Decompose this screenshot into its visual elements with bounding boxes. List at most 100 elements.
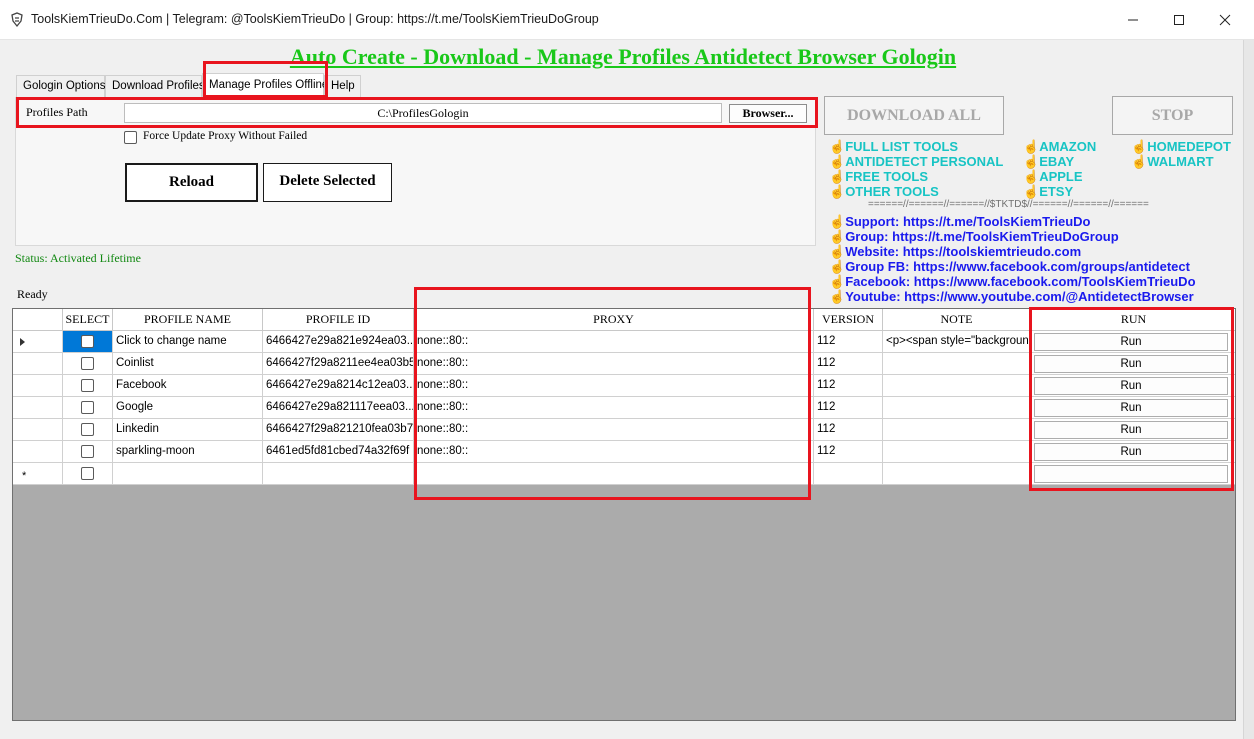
version-cell[interactable]: 112 bbox=[814, 419, 883, 441]
link-walmart[interactable]: ☝WALMART bbox=[1131, 154, 1214, 170]
proxy-cell[interactable]: none::80:: bbox=[414, 353, 814, 375]
header-note[interactable]: NOTE bbox=[883, 309, 1031, 331]
row-selector[interactable] bbox=[13, 331, 63, 353]
version-cell[interactable]: 112 bbox=[814, 441, 883, 463]
header-profile-name[interactable]: PROFILE NAME bbox=[113, 309, 263, 331]
header-version[interactable]: VERSION bbox=[814, 309, 883, 331]
proxy-cell[interactable] bbox=[414, 463, 814, 485]
run-button[interactable]: Run bbox=[1034, 443, 1228, 461]
header-proxy[interactable]: PROXY bbox=[414, 309, 814, 331]
reload-button[interactable]: Reload bbox=[125, 163, 258, 202]
run-cell[interactable]: Run bbox=[1031, 331, 1235, 353]
link-facebook[interactable]: ☝Facebook: https://www.facebook.com/Tool… bbox=[829, 274, 1196, 290]
browse-button[interactable]: Browser... bbox=[729, 104, 807, 123]
profile-name-cell[interactable] bbox=[113, 463, 263, 485]
profile-id-cell[interactable]: 6466427f29a821210fea03b7 bbox=[263, 419, 414, 441]
version-cell[interactable]: 112 bbox=[814, 397, 883, 419]
note-cell[interactable] bbox=[883, 463, 1031, 485]
note-cell[interactable] bbox=[883, 419, 1031, 441]
proxy-cell[interactable]: none::80:: bbox=[414, 397, 814, 419]
tab-manage-profiles-offline[interactable]: Manage Profiles Offline bbox=[202, 73, 328, 97]
profile-name-cell[interactable]: Facebook bbox=[113, 375, 263, 397]
row-selector[interactable] bbox=[13, 375, 63, 397]
row-selector[interactable] bbox=[13, 419, 63, 441]
link-group-fb[interactable]: ☝Group FB: https://www.facebook.com/grou… bbox=[829, 259, 1190, 275]
link-free-tools[interactable]: ☝FREE TOOLS bbox=[829, 169, 928, 185]
run-button[interactable]: Run bbox=[1034, 333, 1228, 351]
note-cell[interactable] bbox=[883, 397, 1031, 419]
table-row[interactable]: Click to change name 6466427e29a821e924ea… bbox=[13, 331, 1235, 353]
link-full-list-tools[interactable]: ☝FULL LIST TOOLS bbox=[829, 139, 958, 155]
select-cell[interactable] bbox=[63, 353, 113, 375]
minimize-button[interactable] bbox=[1110, 0, 1156, 40]
version-cell[interactable] bbox=[814, 463, 883, 485]
delete-selected-button[interactable]: Delete Selected bbox=[263, 163, 392, 202]
link-amazon[interactable]: ☝AMAZON bbox=[1023, 139, 1096, 155]
select-cell[interactable] bbox=[63, 397, 113, 419]
version-cell[interactable]: 112 bbox=[814, 353, 883, 375]
table-row[interactable]: Coinlist 6466427f29a8211ee4ea03b5 none::80… bbox=[13, 353, 1235, 375]
tab-help[interactable]: Help bbox=[324, 75, 361, 97]
link-antidetect-personal[interactable]: ☝ANTIDETECT PERSONAL bbox=[829, 154, 1003, 170]
select-cell[interactable] bbox=[63, 419, 113, 441]
note-cell[interactable] bbox=[883, 353, 1031, 375]
note-cell[interactable] bbox=[883, 441, 1031, 463]
profile-name-cell[interactable]: sparkling-moon bbox=[113, 441, 263, 463]
link-website[interactable]: ☝Website: https://toolskiemtrieudo.com bbox=[829, 244, 1081, 260]
run-cell[interactable]: Run bbox=[1031, 353, 1235, 375]
proxy-cell[interactable]: none::80:: bbox=[414, 419, 814, 441]
select-cell[interactable] bbox=[63, 331, 113, 353]
select-checkbox[interactable] bbox=[81, 335, 94, 348]
download-all-button[interactable]: DOWNLOAD ALL bbox=[824, 96, 1004, 135]
run-button[interactable]: Run bbox=[1034, 377, 1228, 395]
profile-id-cell[interactable]: 6466427e29a8214c12ea03... bbox=[263, 375, 414, 397]
select-cell[interactable] bbox=[63, 463, 113, 485]
link-youtube[interactable]: ☝Youtube: https://www.youtube.com/@Antid… bbox=[829, 289, 1194, 305]
table-row[interactable]: sparkling-moon 6461ed5fd81cbed74a32f69f no… bbox=[13, 441, 1235, 463]
profile-id-cell[interactable]: 6466427f29a8211ee4ea03b5 bbox=[263, 353, 414, 375]
link-homedepot[interactable]: ☝HOMEDEPOT bbox=[1131, 139, 1231, 155]
row-selector[interactable] bbox=[13, 397, 63, 419]
profile-id-cell[interactable]: 6466427e29a821117eea03... bbox=[263, 397, 414, 419]
link-etsy[interactable]: ☝ETSY bbox=[1023, 184, 1073, 200]
profile-id-cell[interactable]: 6461ed5fd81cbed74a32f69f bbox=[263, 441, 414, 463]
table-row[interactable]: Facebook 6466427e29a8214c12ea03... none::8… bbox=[13, 375, 1235, 397]
force-update-proxy-checkbox[interactable] bbox=[124, 131, 137, 144]
profile-id-cell[interactable]: 6466427e29a821e924ea03... bbox=[263, 331, 414, 353]
version-cell[interactable]: 112 bbox=[814, 331, 883, 353]
profiles-path-input[interactable]: C:\ProfilesGologin bbox=[124, 103, 722, 123]
maximize-button[interactable] bbox=[1156, 0, 1202, 40]
profile-name-cell[interactable]: Coinlist bbox=[113, 353, 263, 375]
run-button[interactable] bbox=[1034, 465, 1228, 483]
run-button[interactable]: Run bbox=[1034, 355, 1228, 373]
select-checkbox[interactable] bbox=[81, 357, 94, 370]
header-select[interactable]: SELECT bbox=[63, 309, 113, 331]
row-selector[interactable] bbox=[13, 441, 63, 463]
link-ebay[interactable]: ☝EBAY bbox=[1023, 154, 1074, 170]
profile-name-cell[interactable]: Linkedin bbox=[113, 419, 263, 441]
run-button[interactable]: Run bbox=[1034, 421, 1228, 439]
run-cell[interactable]: Run bbox=[1031, 397, 1235, 419]
proxy-cell[interactable]: none::80:: bbox=[414, 331, 814, 353]
run-cell[interactable]: Run bbox=[1031, 441, 1235, 463]
proxy-cell[interactable]: none::80:: bbox=[414, 441, 814, 463]
header-run[interactable]: RUN bbox=[1031, 309, 1235, 331]
tab-download-profiles[interactable]: Download Profiles bbox=[105, 75, 205, 97]
stop-button[interactable]: STOP bbox=[1112, 96, 1233, 135]
run-cell[interactable]: Run bbox=[1031, 419, 1235, 441]
table-row[interactable]: Google 6466427e29a821117eea03... none::80:… bbox=[13, 397, 1235, 419]
version-cell[interactable]: 112 bbox=[814, 375, 883, 397]
header-profile-id[interactable]: PROFILE ID bbox=[263, 309, 414, 331]
profile-name-cell[interactable]: Google bbox=[113, 397, 263, 419]
select-checkbox[interactable] bbox=[81, 445, 94, 458]
close-button[interactable] bbox=[1202, 0, 1248, 40]
link-other-tools[interactable]: ☝OTHER TOOLS bbox=[829, 184, 939, 200]
link-group[interactable]: ☝Group: https://t.me/ToolsKiemTrieuDoGro… bbox=[829, 229, 1119, 245]
run-button[interactable]: Run bbox=[1034, 399, 1228, 417]
profile-name-cell[interactable]: Click to change name bbox=[113, 331, 263, 353]
note-cell[interactable] bbox=[883, 375, 1031, 397]
tab-gologin-options[interactable]: Gologin Options bbox=[16, 75, 105, 97]
new-row[interactable]: * bbox=[13, 463, 1235, 485]
table-row[interactable]: Linkedin 6466427f29a821210fea03b7 none::80… bbox=[13, 419, 1235, 441]
proxy-cell[interactable]: none::80:: bbox=[414, 375, 814, 397]
